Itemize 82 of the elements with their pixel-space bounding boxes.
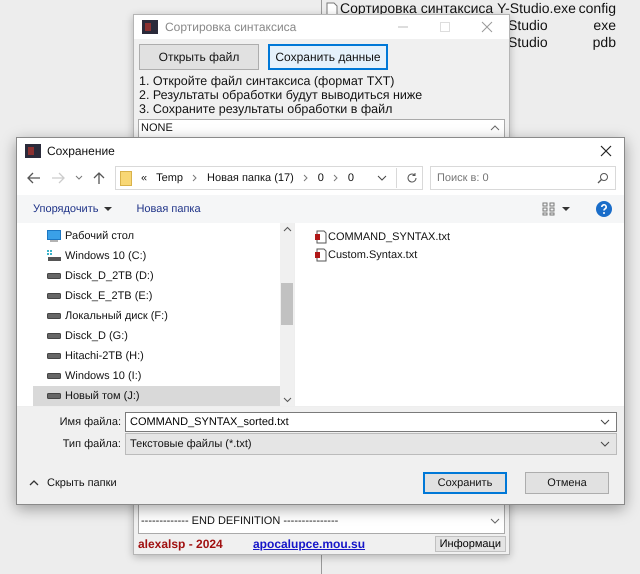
file-type: config xyxy=(578,0,616,17)
nav-item[interactable]: Windows 10 (I:) xyxy=(45,366,280,386)
nav-item[interactable]: Windows 10 (C:) xyxy=(45,246,280,266)
folder-icon xyxy=(120,170,132,186)
recent-chevron-icon[interactable] xyxy=(75,175,83,181)
window-title: Сортировка синтаксиса xyxy=(165,20,298,34)
dropdown-chevron-icon[interactable] xyxy=(600,419,610,425)
scroll-down-icon[interactable] xyxy=(490,517,500,525)
nav-item[interactable]: Hitachi-2TB (H:) xyxy=(45,346,280,366)
caret-icon[interactable] xyxy=(104,206,112,212)
file-type: pdb xyxy=(592,34,616,51)
chevron-right-icon[interactable] xyxy=(332,174,339,182)
file-item[interactable]: COMMAND_SYNTAX.txt xyxy=(315,230,624,244)
scroll-down-icon[interactable] xyxy=(282,397,292,403)
author-text: alexalsp - 2024 xyxy=(138,537,224,551)
breadcrumb-item[interactable]: Temp xyxy=(156,172,184,184)
scroll-up-icon[interactable] xyxy=(490,124,500,132)
back-arrow-icon[interactable] xyxy=(27,172,41,184)
chevron-right-icon[interactable] xyxy=(302,174,309,182)
monitor-icon xyxy=(47,230,61,242)
breadcrumb-item[interactable]: 0 xyxy=(318,172,324,184)
text-file-icon xyxy=(315,248,327,262)
organize-menu[interactable]: Упорядочить xyxy=(33,203,98,215)
app-button[interactable]: Сохранить данные xyxy=(268,44,388,70)
file-name: Сортировка синтаксиса Y-Studio.exe xyxy=(340,0,577,17)
search-icon xyxy=(597,172,609,184)
info-button[interactable]: Информаци xyxy=(434,536,506,552)
chevron-up-icon[interactable] xyxy=(29,480,39,486)
new-folder-button[interactable]: Новая папка xyxy=(136,203,201,215)
scrollbar[interactable] xyxy=(280,223,294,406)
output-text: NONE xyxy=(141,122,173,134)
file-name: Studio xyxy=(508,34,549,51)
close-icon[interactable] xyxy=(600,144,612,156)
drive-icon xyxy=(47,293,61,299)
field-label: Имя файла: xyxy=(58,416,122,428)
instruction-text: 1. Откройте файл синтаксиса (формат TXT) xyxy=(139,74,396,88)
nav-item[interactable]: Рабочий стол xyxy=(45,226,280,246)
scrollbar-thumb[interactable] xyxy=(281,283,293,325)
output-text: ------------- END DEFINITION --------------- xyxy=(141,515,338,527)
dialog-button[interactable]: Сохранить xyxy=(423,472,507,494)
view-icon[interactable] xyxy=(542,202,556,216)
nav-item[interactable]: Disck_D_2TB (D:) xyxy=(45,266,280,286)
app-button[interactable]: Открыть файл xyxy=(139,44,259,70)
caret-icon[interactable] xyxy=(562,206,570,212)
nav-item[interactable]: Disck_E_2TB (E:) xyxy=(45,286,280,306)
drive-icon xyxy=(47,373,61,379)
help-icon[interactable] xyxy=(596,201,612,217)
up-arrow-icon[interactable] xyxy=(93,171,105,185)
hide-folders-button[interactable]: Скрыть папки xyxy=(47,477,117,489)
breadcrumb-item[interactable]: 0 xyxy=(348,172,354,184)
drive-icon xyxy=(47,273,61,279)
dropdown-chevron-icon[interactable] xyxy=(600,441,610,447)
dialog-button[interactable]: Отмена xyxy=(525,472,609,494)
file-item[interactable]: Custom.Syntax.txt xyxy=(315,248,624,262)
app-icon xyxy=(142,20,158,34)
scroll-up-icon[interactable] xyxy=(282,226,292,232)
file-name: Studio xyxy=(508,17,549,34)
drive-icon xyxy=(47,313,61,319)
chevron-right-icon[interactable] xyxy=(192,174,198,182)
file-name-field[interactable]: COMMAND_SYNTAX_sorted.txt xyxy=(125,412,617,432)
drive-icon xyxy=(47,393,61,399)
file-type: exe xyxy=(593,17,616,34)
field-label: Тип файла: xyxy=(62,438,122,450)
app-icon xyxy=(25,144,41,158)
nav-item[interactable]: Локальный диск (F:) xyxy=(45,306,280,326)
drive-icon xyxy=(47,333,61,339)
instruction-text: 3. Сохраните результаты обработки в файл xyxy=(139,102,394,116)
website-link[interactable]: apocalupce.mou.su xyxy=(253,537,435,551)
breadcrumb-overflow[interactable]: « xyxy=(141,172,148,184)
text-file-icon xyxy=(315,230,327,244)
drive-icon xyxy=(47,353,61,359)
instruction-text: 2. Результаты обработки будут выводиться ниже xyxy=(139,88,424,102)
nav-item[interactable]: Disck_D (G:) xyxy=(45,326,280,346)
dialog-title: Сохранение xyxy=(47,144,116,158)
nav-item[interactable]: Новый том (J:) xyxy=(33,386,280,406)
file-type-dropdown[interactable]: Текстовые файлы (*.txt) xyxy=(125,433,617,455)
search-field[interactable]: Поиск в: 0 xyxy=(430,166,616,190)
system-drive-icon xyxy=(47,250,61,262)
address-bar[interactable]: « Temp Новая папка (17) 0 0 xyxy=(115,166,423,190)
breadcrumb-item[interactable]: Новая папка (17) xyxy=(207,172,294,184)
refresh-icon[interactable] xyxy=(406,172,418,184)
dropdown-chevron-icon[interactable] xyxy=(377,175,387,181)
